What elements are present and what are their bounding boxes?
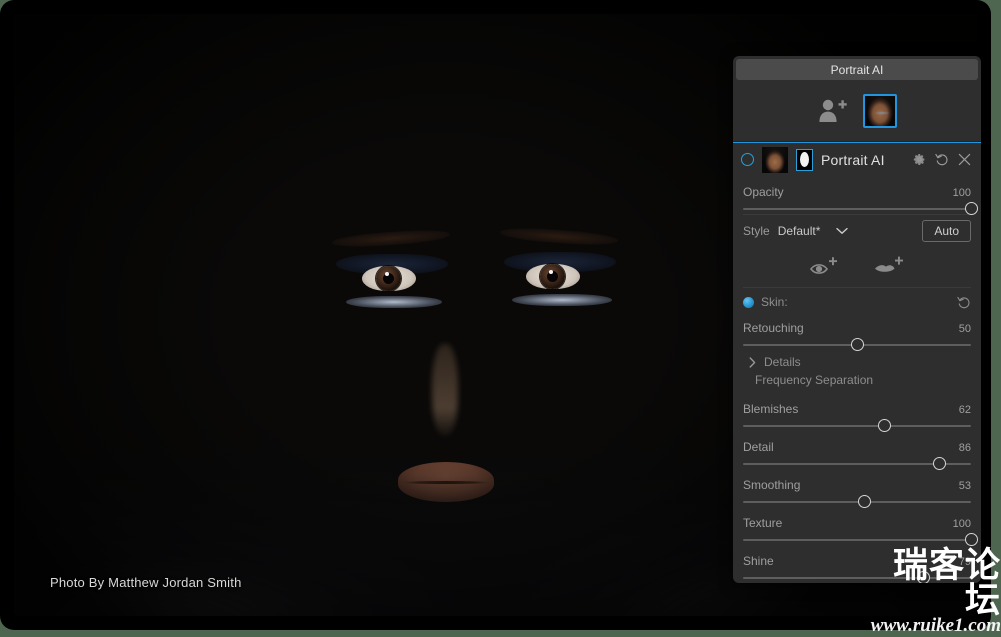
blemishes-track[interactable] (743, 419, 971, 432)
gear-icon[interactable] (913, 153, 926, 166)
panel-title: Portrait AI (736, 59, 978, 80)
skin-reset-icon[interactable] (957, 296, 971, 309)
smoothing-track[interactable] (743, 495, 971, 508)
layer-mask-thumbnail[interactable] (796, 148, 813, 171)
blemishes-slider-row[interactable]: Blemishes 62 (733, 393, 981, 432)
smoothing-knob[interactable] (857, 495, 871, 508)
left-eye-highlight (385, 272, 389, 276)
opacity-label: Opacity (743, 185, 784, 199)
add-person-icon[interactable] (817, 98, 847, 124)
smoothing-label: Smoothing (743, 478, 801, 492)
detail-track[interactable] (743, 457, 971, 470)
undo-icon[interactable] (935, 153, 949, 166)
nose-highlight (432, 344, 458, 436)
skin-section-header: Skin: (733, 288, 981, 312)
right-eyebrow (499, 225, 619, 248)
layer-thumbnail[interactable] (762, 146, 788, 173)
layer-icons (913, 153, 971, 166)
screen-root: Photo By Matthew Jordan Smith Portrait A… (0, 0, 1001, 637)
detail-knob[interactable] (933, 457, 947, 470)
right-eye-highlight (549, 270, 553, 274)
texture-value: 100 (952, 518, 971, 530)
left-glitter-arc (346, 296, 442, 308)
details-row[interactable]: Details (733, 350, 981, 371)
face-tools-row (733, 247, 981, 287)
smoothing-value: 53 (958, 480, 971, 492)
chevron-right-icon[interactable] (749, 356, 756, 368)
texture-label: Texture (743, 516, 783, 530)
frequency-separation-label[interactable]: Frequency Separation (733, 371, 981, 393)
faces-row (733, 80, 981, 142)
close-icon[interactable] (958, 153, 971, 166)
application-window: Photo By Matthew Jordan Smith Portrait A… (0, 0, 991, 630)
shine-knob[interactable] (917, 571, 931, 583)
add-eye-icon[interactable] (809, 256, 839, 278)
skin-label: Skin: (761, 295, 788, 309)
retouching-slider-row[interactable]: Retouching 50 (733, 312, 981, 351)
photo-credit: Photo By Matthew Jordan Smith (50, 575, 242, 590)
retouching-label: Retouching (743, 321, 804, 335)
texture-track[interactable] (743, 533, 978, 546)
retouching-track[interactable] (743, 338, 971, 351)
radio-circle-icon[interactable] (741, 153, 754, 166)
opacity-knob[interactable] (965, 202, 978, 215)
style-row: Style Default* Auto (733, 215, 981, 247)
shine-track[interactable] (743, 571, 971, 583)
add-lips-icon[interactable] (873, 256, 905, 278)
style-value[interactable]: Default* (778, 224, 821, 238)
detail-slider-row[interactable]: Detail 86 (733, 431, 981, 470)
left-eyebrow (331, 227, 451, 250)
shine-slider-row[interactable]: Shine 79 (733, 545, 981, 583)
blemishes-value: 62 (958, 404, 971, 416)
opacity-value: 100 (952, 187, 971, 199)
details-label: Details (764, 355, 801, 369)
smoothing-slider-row[interactable]: Smoothing 53 (733, 469, 981, 508)
blemishes-label: Blemishes (743, 402, 799, 416)
texture-knob[interactable] (965, 533, 978, 546)
right-glitter-arc (512, 294, 612, 306)
chevron-down-icon[interactable] (836, 227, 849, 235)
detail-value: 86 (958, 442, 971, 454)
texture-slider-row[interactable]: Texture 100 (733, 507, 981, 546)
style-label: Style (743, 224, 770, 238)
retouching-knob[interactable] (851, 338, 864, 351)
retouching-value: 50 (958, 323, 971, 335)
detail-label: Detail (743, 440, 774, 454)
opacity-slider-row[interactable]: Opacity 100 (733, 176, 981, 215)
shine-label: Shine (743, 554, 774, 568)
skin-sphere-icon (743, 296, 754, 308)
shine-value: 79 (958, 556, 971, 568)
face-thumbnail[interactable] (863, 93, 897, 128)
opacity-track[interactable] (743, 202, 978, 215)
layer-row[interactable]: Portrait AI (733, 142, 981, 176)
portrait-ai-panel: Portrait AI Portrait AI Opacity 100 Styl… (733, 56, 981, 583)
layer-name: Portrait AI (821, 151, 885, 168)
auto-button[interactable]: Auto (922, 220, 971, 242)
